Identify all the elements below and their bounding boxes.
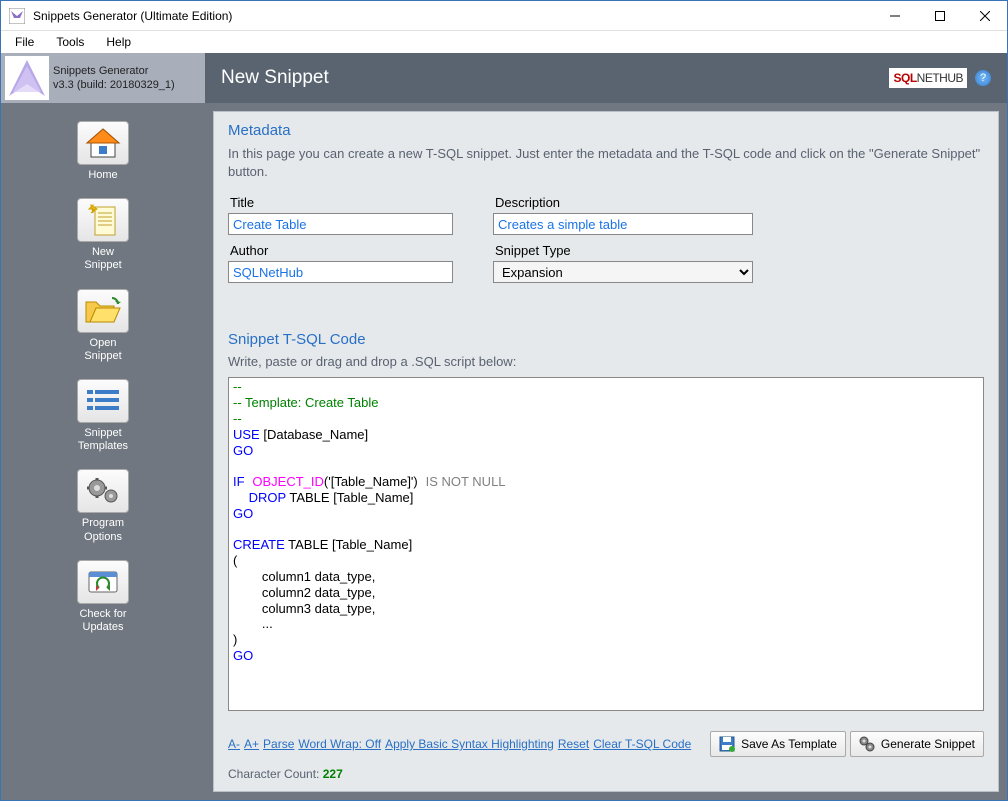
syntax-highlight-link[interactable]: Apply Basic Syntax Highlighting — [385, 737, 554, 751]
app-name: Snippets Generator — [53, 64, 175, 78]
page-title: New Snippet — [221, 67, 889, 89]
code-editor[interactable]: -- -- Template: Create Table -- USE [Dat… — [228, 377, 984, 711]
templates-icon — [85, 386, 121, 416]
snippet-type-select[interactable]: Expansion — [493, 261, 753, 283]
app-version: v3.3 (build: 20180329_1) — [53, 78, 175, 92]
menu-file[interactable]: File — [5, 33, 44, 51]
close-button[interactable] — [962, 1, 1007, 30]
minimize-button[interactable] — [872, 1, 917, 30]
sidebar-item-home[interactable]: Home — [70, 121, 136, 182]
save-template-button[interactable]: Save As Template — [710, 731, 846, 757]
new-document-icon — [87, 203, 119, 237]
font-decrease-link[interactable]: A- — [228, 737, 240, 751]
sidebar-item-label: Program Options — [82, 517, 124, 543]
code-heading: Snippet T-SQL Code — [228, 331, 984, 348]
titlebar: Snippets Generator (Ultimate Edition) — [1, 1, 1007, 31]
sidebar-item-label: Check for Updates — [79, 608, 126, 634]
editor-toolbar: A- A+ Parse Word Wrap: Off Apply Basic S… — [228, 731, 984, 757]
font-increase-link[interactable]: A+ — [244, 737, 259, 751]
sidebar-item-label: Home — [88, 169, 117, 182]
app-header: Snippets Generator v3.3 (build: 20180329… — [1, 53, 205, 103]
description-label: Description — [495, 195, 753, 210]
window-title: Snippets Generator (Ultimate Edition) — [33, 9, 872, 23]
sidebar: Snippets Generator v3.3 (build: 20180329… — [1, 53, 205, 800]
wordwrap-link[interactable]: Word Wrap: Off — [298, 737, 381, 751]
generate-icon — [859, 736, 875, 752]
description-input[interactable] — [493, 213, 753, 235]
brand-logo: SQLNETHUB — [889, 68, 967, 88]
metadata-instructions: In this page you can create a new T-SQL … — [228, 145, 984, 181]
menubar: File Tools Help — [1, 31, 1007, 53]
code-instructions: Write, paste or drag and drop a .SQL scr… — [228, 354, 984, 369]
app-icon — [9, 8, 25, 24]
sidebar-item-open-snippet[interactable]: Open Snippet — [70, 289, 136, 363]
sidebar-item-updates[interactable]: Check for Updates — [70, 560, 136, 634]
sidebar-item-label: New Snippet — [84, 246, 121, 272]
menu-tools[interactable]: Tools — [46, 33, 94, 51]
folder-open-icon — [84, 296, 122, 326]
snippet-type-label: Snippet Type — [495, 243, 753, 258]
content-panel: Metadata In this page you can create a n… — [213, 111, 999, 792]
home-icon — [85, 127, 121, 159]
app-logo-icon — [5, 56, 49, 100]
sidebar-item-label: Snippet Templates — [78, 427, 128, 453]
author-input[interactable] — [228, 261, 453, 283]
title-input[interactable] — [228, 213, 453, 235]
reset-link[interactable]: Reset — [558, 737, 589, 751]
page-header: New Snippet SQLNETHUB ? — [205, 53, 1007, 103]
gears-icon — [85, 476, 121, 506]
clear-code-link[interactable]: Clear T-SQL Code — [593, 737, 691, 751]
parse-link[interactable]: Parse — [263, 737, 294, 751]
menu-help[interactable]: Help — [96, 33, 141, 51]
sidebar-item-new-snippet[interactable]: New Snippet — [70, 198, 136, 272]
author-label: Author — [230, 243, 453, 258]
sidebar-item-templates[interactable]: Snippet Templates — [70, 379, 136, 453]
save-icon — [719, 736, 735, 752]
main-content: New Snippet SQLNETHUB ? Metadata In this… — [205, 53, 1007, 800]
sidebar-item-options[interactable]: Program Options — [70, 469, 136, 543]
metadata-heading: Metadata — [228, 122, 984, 139]
help-icon[interactable]: ? — [975, 70, 991, 86]
maximize-button[interactable] — [917, 1, 962, 30]
character-count: Character Count: 227 — [228, 767, 984, 781]
updates-icon — [85, 566, 121, 598]
title-label: Title — [230, 195, 453, 210]
sidebar-item-label: Open Snippet — [84, 337, 121, 363]
generate-snippet-button[interactable]: Generate Snippet — [850, 731, 984, 757]
